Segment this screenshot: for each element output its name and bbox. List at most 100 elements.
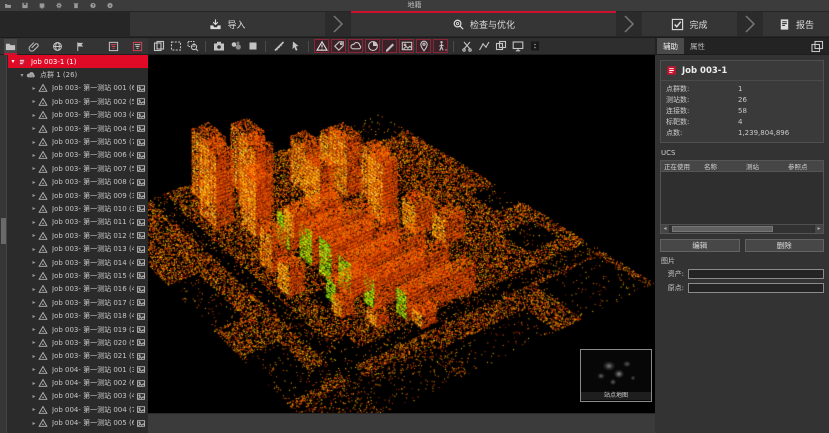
filter-a-icon[interactable] <box>107 39 120 54</box>
warning-icon[interactable] <box>314 39 329 53</box>
expand-arrow-icon[interactable]: ▸ <box>30 313 38 320</box>
scroll-right-arrow-icon[interactable]: ▸ <box>814 225 823 233</box>
workflow-step-report[interactable]: 报告 <box>763 12 829 36</box>
zoom-window-icon[interactable] <box>185 39 200 53</box>
asset-field-input[interactable] <box>688 269 824 279</box>
select-window-icon[interactable] <box>168 39 183 53</box>
tree-scrollbar-thumb[interactable] <box>1 218 6 244</box>
expand-arrow-icon[interactable]: ▸ <box>30 366 38 373</box>
expand-arrow-icon[interactable]: ▸ <box>30 232 38 239</box>
cloud-icon[interactable] <box>348 39 363 53</box>
tree-station-11[interactable]: ▸Job 003- 第一测站 011 (2) <box>8 216 148 229</box>
segment-pie-icon[interactable] <box>365 39 380 53</box>
thumbnail-image-icon[interactable] <box>136 285 146 294</box>
render-solid-icon[interactable] <box>245 39 260 53</box>
tab-attachments[interactable] <box>27 39 40 54</box>
ucs-column-header[interactable]: 参照点 <box>785 161 821 171</box>
tree-station-3[interactable]: ▸Job 003- 第一测站 003 (4) <box>8 109 148 122</box>
thumbnail-image-icon[interactable] <box>136 325 146 334</box>
point-cloud-canvas[interactable] <box>148 55 655 413</box>
tag-icon[interactable] <box>331 39 346 53</box>
expand-arrow-icon[interactable]: ▸ <box>30 112 38 119</box>
thumbnail-image-icon[interactable] <box>136 271 146 280</box>
thumbnail-image-icon[interactable] <box>136 151 146 160</box>
tree-station-21[interactable]: ▸Job 003- 第一测站 021 (9) <box>8 350 148 363</box>
location-pin-icon[interactable] <box>416 39 431 53</box>
ucs-column-header[interactable]: 正在使用 <box>661 161 701 171</box>
tab-project-tree[interactable] <box>4 39 17 54</box>
workflow-step-import[interactable]: 导入 <box>130 12 325 36</box>
tree-station-17[interactable]: ▸Job 003- 第一测站 017 (3) <box>8 296 148 309</box>
tree-station-16[interactable]: ▸Job 003- 第一测站 016 (4) <box>8 283 148 296</box>
ucs-table-body[interactable] <box>661 172 823 224</box>
edit-button[interactable]: 编辑 <box>660 239 740 252</box>
thumbnail-image-icon[interactable] <box>136 405 146 414</box>
ucs-column-header[interactable]: 名称 <box>701 161 743 171</box>
tree-station-10[interactable]: ▸Job 003- 第一测站 010 (3) <box>8 202 148 215</box>
tree-station-23[interactable]: ▸Job 004- 第一测站 002 (6) <box>8 376 148 389</box>
scrollbar-track[interactable] <box>670 225 814 233</box>
tree-station-26[interactable]: ▸Job 004- 第一测站 005 (6) <box>8 417 148 430</box>
expand-arrow-icon[interactable]: ▸ <box>30 98 38 105</box>
point-cloud-viewport[interactable]: 站点地图 <box>148 55 655 413</box>
tree-station-7[interactable]: ▸Job 003- 第一测站 007 (5) <box>8 162 148 175</box>
render-points-icon[interactable] <box>228 39 243 53</box>
expand-arrow-icon[interactable]: ▸ <box>30 393 38 400</box>
scroll-left-arrow-icon[interactable]: ◂ <box>661 225 670 233</box>
tree-scrollbar[interactable] <box>0 55 7 433</box>
tree-station-25[interactable]: ▸Job 004- 第一测站 004 (7) <box>8 403 148 416</box>
duplicate-icon[interactable] <box>151 39 166 53</box>
overflow-dots-icon[interactable] <box>527 39 542 53</box>
cascade-windows-icon[interactable] <box>810 39 825 53</box>
thumbnail-image-icon[interactable] <box>136 352 146 361</box>
tree-station-13[interactable]: ▸Job 003- 第一测站 013 (4) <box>8 242 148 255</box>
workflow-step-finish[interactable]: 完成 <box>642 12 737 36</box>
thumbnail-image-icon[interactable] <box>136 392 146 401</box>
expand-arrow-icon[interactable]: ▸ <box>30 179 38 186</box>
snapshot-camera-icon[interactable] <box>211 39 226 53</box>
tree-station-12[interactable]: ▸Job 003- 第一测站 012 (5) <box>8 229 148 242</box>
expand-arrow-icon[interactable]: ▸ <box>30 339 38 346</box>
thumbnail-image-icon[interactable] <box>136 138 146 147</box>
expand-arrow-icon[interactable]: ▸ <box>30 139 38 146</box>
expand-arrow-icon[interactable]: ▸ <box>30 219 38 226</box>
expand-arrow-icon[interactable]: ▸ <box>30 272 38 279</box>
thumbnail-image-icon[interactable] <box>136 178 146 187</box>
filter-b-icon[interactable] <box>131 39 144 54</box>
walkthrough-icon[interactable] <box>433 39 448 53</box>
expand-arrow-icon[interactable]: ▸ <box>30 286 38 293</box>
annotate-pen-icon[interactable] <box>382 39 397 53</box>
expand-arrow-icon[interactable]: ▸ <box>30 406 38 413</box>
tree-station-9[interactable]: ▸Job 003- 第一测站 009 (3) <box>8 189 148 202</box>
tree-station-8[interactable]: ▸Job 003- 第一测站 008 (2) <box>8 176 148 189</box>
tree-root-job[interactable]: ▾Job 003-1 (1) <box>8 55 148 68</box>
tree-station-6[interactable]: ▸Job 003- 第一测站 006 (4) <box>8 149 148 162</box>
expand-arrow-icon[interactable]: ▸ <box>30 299 38 306</box>
thumbnail-image-icon[interactable] <box>136 419 146 428</box>
tree-pointcloud-group[interactable]: ▾点群 1 (26) <box>8 68 148 81</box>
thumbnail-image-icon[interactable] <box>136 218 146 227</box>
frames-icon[interactable] <box>493 39 508 53</box>
tree-station-24[interactable]: ▸Job 004- 第一测站 003 (4) <box>8 390 148 403</box>
site-minimap[interactable]: 站点地图 <box>580 349 652 402</box>
expand-arrow-icon[interactable]: ▸ <box>30 353 38 360</box>
tree-station-1[interactable]: ▸Job 003- 第一测站 001 (6) <box>8 82 148 95</box>
ucs-column-header[interactable]: 测站 <box>743 161 785 171</box>
expand-arrow-icon[interactable]: ▸ <box>30 152 38 159</box>
expand-arrow-icon[interactable]: ▸ <box>30 125 38 132</box>
thumbnail-image-icon[interactable] <box>136 338 146 347</box>
scrollbar-thumb[interactable] <box>672 226 773 232</box>
expand-arrow-icon[interactable]: ▸ <box>30 205 38 212</box>
thumbnail-image-icon[interactable] <box>136 379 146 388</box>
tab-flag[interactable] <box>74 39 87 54</box>
expand-arrow-icon[interactable]: ▸ <box>30 259 38 266</box>
thumbnail-image-icon[interactable] <box>136 231 146 240</box>
pick-point-icon[interactable] <box>288 39 303 53</box>
measure-icon[interactable] <box>271 39 286 53</box>
tree-station-19[interactable]: ▸Job 003- 第一测站 019 (2) <box>8 323 148 336</box>
thumbnail-image-icon[interactable] <box>136 365 146 374</box>
tree-station-18[interactable]: ▸Job 003- 第一测站 018 (4) <box>8 309 148 322</box>
expand-arrow-icon[interactable]: ▸ <box>30 380 38 387</box>
expand-arrow-icon[interactable]: ▸ <box>30 165 38 172</box>
thumbnail-image-icon[interactable] <box>136 124 146 133</box>
